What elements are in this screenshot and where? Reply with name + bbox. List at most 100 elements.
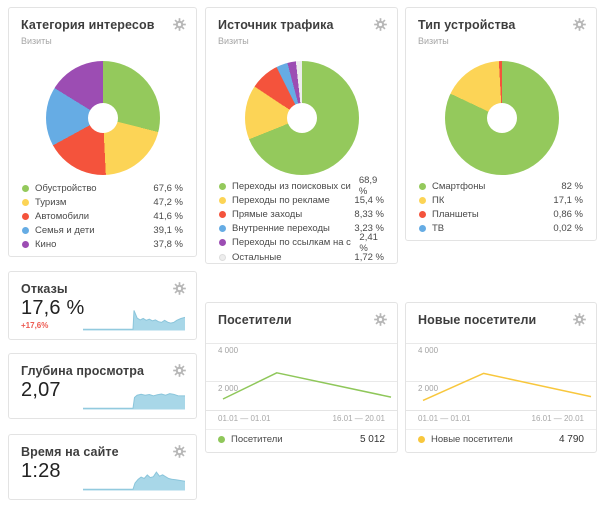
series-line [423, 373, 591, 400]
chart-legend: Переходы из поисковых систем 68,9 % Пере… [206, 179, 397, 264]
legend-divider [206, 429, 397, 430]
legend-value: 37,8 % [145, 239, 183, 250]
legend-item[interactable]: Автомобили 41,6 % [9, 209, 196, 223]
legend-dot [219, 211, 226, 218]
legend-dot [419, 183, 426, 190]
legend-label: Семья и дети [35, 225, 95, 236]
legend-item[interactable]: Семья и дети 39,1 % [9, 224, 196, 238]
card-subtitle: Визиты [21, 36, 184, 46]
series-line [223, 373, 391, 399]
card-header: Новые посетители [406, 303, 596, 327]
donut-hole [88, 103, 118, 133]
card-subtitle: Визиты [418, 36, 584, 46]
legend-dot [219, 183, 226, 190]
card-title: Отказы [21, 282, 184, 296]
legend-dot [419, 197, 426, 204]
legend-dot [22, 227, 29, 234]
legend-item[interactable]: Прямые заходы 8,33 % [206, 207, 397, 221]
legend-value: 41,6 % [145, 211, 183, 222]
legend-value: 68,9 % [351, 175, 384, 197]
legend-label: Переходы по ссылкам на сайтах [232, 237, 351, 248]
x-axis-labels: 01.01 — 01.01 16.01 — 20.01 [218, 414, 385, 423]
gear-icon[interactable] [573, 313, 586, 326]
legend-item[interactable]: ПК 17,1 % [406, 193, 596, 207]
legend-item[interactable]: Остальные 1,72 % [206, 250, 397, 264]
legend-label: Смартфоны [432, 181, 485, 192]
legend-item[interactable]: ТВ 0,02 % [406, 222, 596, 236]
donut-hole [487, 103, 517, 133]
gear-icon[interactable] [374, 313, 387, 326]
card-header: Источник трафика Визиты [206, 8, 397, 46]
card-title: Глубина просмотра [21, 364, 184, 378]
card-device-types: Тип устройства Визиты Смартфоны 82 % [405, 7, 597, 241]
line-chart[interactable] [406, 337, 596, 410]
card-header: Тип устройства Визиты [406, 8, 596, 46]
legend-label: Переходы из поисковых систем [232, 181, 351, 192]
card-traffic-sources: Источник трафика Визиты Переходы из поис… [205, 7, 398, 264]
card-title: Время на сайте [21, 445, 184, 459]
legend-label: ТВ [432, 223, 444, 234]
card-bounces: Отказы 17,6 % +17,6% [8, 271, 197, 340]
legend-value: 1,72 % [346, 252, 384, 263]
chart-legend: Смартфоны 82 % ПК 17,1 % Планшеты 0,86 %… [406, 179, 596, 236]
legend-dot [22, 241, 29, 248]
donut-chart[interactable] [445, 61, 559, 175]
card-header: Глубина просмотра [9, 354, 196, 378]
legend-value: 67,6 % [145, 183, 183, 194]
legend-item[interactable]: Переходы из поисковых систем 68,9 % [206, 179, 397, 193]
legend-label: Кино [35, 239, 56, 250]
x-axis-label-right: 16.01 — 20.01 [532, 414, 584, 423]
legend-item[interactable]: Смартфоны 82 % [406, 179, 596, 193]
card-title: Категория интересов [21, 18, 184, 32]
chart-legend: Обустройство 67,6 % Туризм 47,2 % Автомо… [9, 181, 196, 252]
legend-value: 0,02 % [545, 223, 583, 234]
donut-chart[interactable] [46, 61, 160, 175]
gear-icon[interactable] [173, 18, 186, 31]
legend-dot [218, 436, 225, 443]
legend-label: Переходы по рекламе [232, 195, 330, 206]
legend-dot [22, 199, 29, 206]
legend-item[interactable]: Кино 37,8 % [9, 238, 196, 252]
chart-legend[interactable]: Посетители 5 012 [218, 434, 385, 445]
legend-item[interactable]: Переходы по ссылкам на сайтах 2,41 % [206, 236, 397, 250]
line-chart[interactable] [206, 337, 397, 410]
legend-item[interactable]: Обустройство 67,6 % [9, 181, 196, 195]
card-page-depth: Глубина просмотра 2,07 [8, 353, 197, 419]
card-subtitle: Визиты [218, 36, 385, 46]
legend-value: 39,1 % [145, 225, 183, 236]
legend-label: Автомобили [35, 211, 89, 222]
legend-dot [219, 225, 226, 232]
gear-icon[interactable] [173, 282, 186, 295]
legend-label: Планшеты [432, 209, 479, 220]
legend-dot [418, 436, 425, 443]
legend-item[interactable]: Планшеты 0,86 % [406, 207, 596, 221]
card-title: Посетители [218, 313, 385, 327]
x-axis-label-left: 01.01 — 01.01 [218, 414, 270, 423]
legend-divider [406, 429, 596, 430]
gear-icon[interactable] [573, 18, 586, 31]
legend-label: Прямые заходы [232, 209, 302, 220]
gear-icon[interactable] [173, 445, 186, 458]
card-header: Посетители [206, 303, 397, 327]
donut-chart[interactable] [245, 61, 359, 175]
legend-dot [219, 197, 226, 204]
gear-icon[interactable] [374, 18, 387, 31]
legend-value: 2,41 % [351, 232, 384, 254]
card-title: Источник трафика [218, 18, 385, 32]
x-axis-line [406, 410, 596, 411]
card-new-visitors: Новые посетители 4 000 2 000 01.01 — 01.… [405, 302, 597, 453]
card-title: Новые посетители [418, 313, 584, 327]
legend-label: Посетители [231, 434, 283, 445]
legend-value: 82 % [553, 181, 583, 192]
chart-legend[interactable]: Новые посетители 4 790 [418, 434, 584, 445]
legend-item[interactable]: Переходы по рекламе 15,4 % [206, 193, 397, 207]
gear-icon[interactable] [173, 364, 186, 377]
sparkline-chart [83, 384, 185, 410]
x-axis-label-right: 16.01 — 20.01 [333, 414, 385, 423]
legend-value: 47,2 % [145, 197, 183, 208]
x-axis-labels: 01.01 — 01.01 16.01 — 20.01 [418, 414, 584, 423]
legend-dot [22, 185, 29, 192]
legend-item[interactable]: Туризм 47,2 % [9, 195, 196, 209]
legend-label: Туризм [35, 197, 66, 208]
legend-value: 0,86 % [545, 209, 583, 220]
